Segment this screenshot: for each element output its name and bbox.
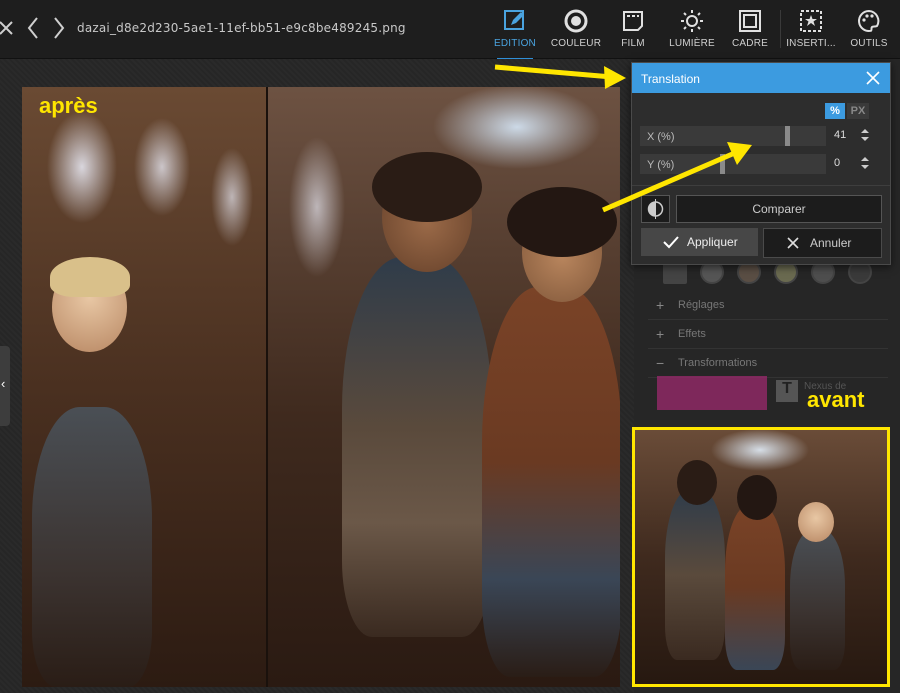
compare-button[interactable]: Comparer xyxy=(676,195,882,223)
tool-label: FILM xyxy=(621,38,645,49)
film-icon xyxy=(623,11,643,31)
child-figure xyxy=(725,505,785,670)
slider-thumb[interactable] xyxy=(785,126,790,146)
insert-star-icon xyxy=(800,10,822,32)
tool-label: COULEUR xyxy=(550,38,602,49)
section-transformations[interactable]: − Transformations xyxy=(648,349,888,378)
close-icon xyxy=(787,237,799,249)
tool-insertion[interactable]: INSERTI... xyxy=(779,6,843,54)
section-reglages[interactable]: + Réglages xyxy=(648,291,888,320)
text-tool-icon[interactable]: T xyxy=(776,380,798,402)
apply-label: Appliquer xyxy=(687,235,738,249)
tool-label: CADRE xyxy=(731,38,768,49)
color-circle-icon xyxy=(564,9,588,33)
close-icon[interactable] xyxy=(864,69,882,87)
y-spinner-icon[interactable] xyxy=(860,155,870,171)
child-figure xyxy=(32,407,152,687)
section-label: Effets xyxy=(678,328,706,340)
tool-outils[interactable]: OUTILS xyxy=(837,6,900,54)
sun-icon xyxy=(681,10,703,32)
photo-right-half xyxy=(267,87,620,687)
translation-dialog: Translation % PX X (%) 41 Y (%) 0 Compar… xyxy=(631,62,891,265)
child-figure xyxy=(790,530,845,670)
before-caption: avant xyxy=(807,387,865,412)
section-label: Réglages xyxy=(678,299,725,311)
child-figure xyxy=(342,257,492,637)
cancel-button[interactable]: Annuler xyxy=(763,228,882,258)
edited-photo-after[interactable] xyxy=(22,87,620,687)
x-spinner-icon[interactable] xyxy=(860,127,870,143)
tool-label: LUMIÈRE xyxy=(669,38,715,49)
palette-icon xyxy=(858,9,880,32)
tool-couleur[interactable]: COULEUR xyxy=(544,6,608,54)
divider xyxy=(632,185,890,186)
photo-left-half xyxy=(22,87,267,687)
tool-lumiere[interactable]: LUMIÈRE xyxy=(660,6,724,54)
plus-icon: + xyxy=(656,326,665,342)
child-head xyxy=(798,502,834,542)
forward-arrow-icon[interactable] xyxy=(52,14,74,42)
back-arrow-icon[interactable] xyxy=(26,14,48,42)
tool-film[interactable]: FILM xyxy=(601,6,665,54)
tool-label: INSERTI... xyxy=(786,38,836,49)
dialog-title: Translation xyxy=(641,72,700,86)
unit-percent-toggle[interactable]: % xyxy=(825,103,845,119)
checkmark-icon xyxy=(663,236,679,249)
minus-icon: − xyxy=(656,355,665,371)
child-hair xyxy=(372,152,482,222)
tool-label: OUTILS xyxy=(850,38,888,49)
side-collapse-tab[interactable]: ‹ xyxy=(0,346,10,426)
y-value[interactable]: 0 xyxy=(834,157,840,169)
filename-title: dazai_d8e2d230-5ae1-11ef-bb51-e9c8be4892… xyxy=(77,21,406,35)
original-photo-before[interactable] xyxy=(632,427,890,687)
tool-cadre[interactable]: CADRE xyxy=(718,6,782,54)
unit-px-toggle[interactable]: PX xyxy=(847,103,869,119)
edit-icon xyxy=(504,10,524,30)
section-label: Transformations xyxy=(678,357,758,369)
child-hair xyxy=(507,187,617,257)
chevron-left-icon: ‹ xyxy=(1,376,6,391)
child-figure xyxy=(665,490,725,660)
y-label: Y (%) xyxy=(647,159,675,171)
x-value[interactable]: 41 xyxy=(834,129,846,141)
section-effets[interactable]: + Effets xyxy=(648,320,888,349)
child-hair xyxy=(50,257,130,297)
after-caption: après xyxy=(39,93,98,118)
tool-label: EDITION xyxy=(494,38,536,49)
slider-thumb[interactable] xyxy=(720,154,725,174)
compare-split-icon[interactable] xyxy=(641,195,670,223)
mirror-seam xyxy=(266,87,268,687)
child-figure xyxy=(482,287,620,677)
x-label: X (%) xyxy=(647,131,675,143)
transform-thumbnail[interactable] xyxy=(657,376,767,410)
plus-icon: + xyxy=(656,297,665,313)
dialog-titlebar: Translation xyxy=(632,63,890,93)
frame-icon xyxy=(739,10,761,32)
child-head xyxy=(677,460,717,505)
close-icon[interactable] xyxy=(0,14,22,42)
cancel-label: Annuler xyxy=(810,236,852,250)
top-toolbar: dazai_d8e2d230-5ae1-11ef-bb51-e9c8be4892… xyxy=(0,0,900,60)
apply-button[interactable]: Appliquer xyxy=(641,228,758,256)
tool-edition[interactable]: EDITION xyxy=(483,6,547,60)
child-head xyxy=(737,475,777,520)
